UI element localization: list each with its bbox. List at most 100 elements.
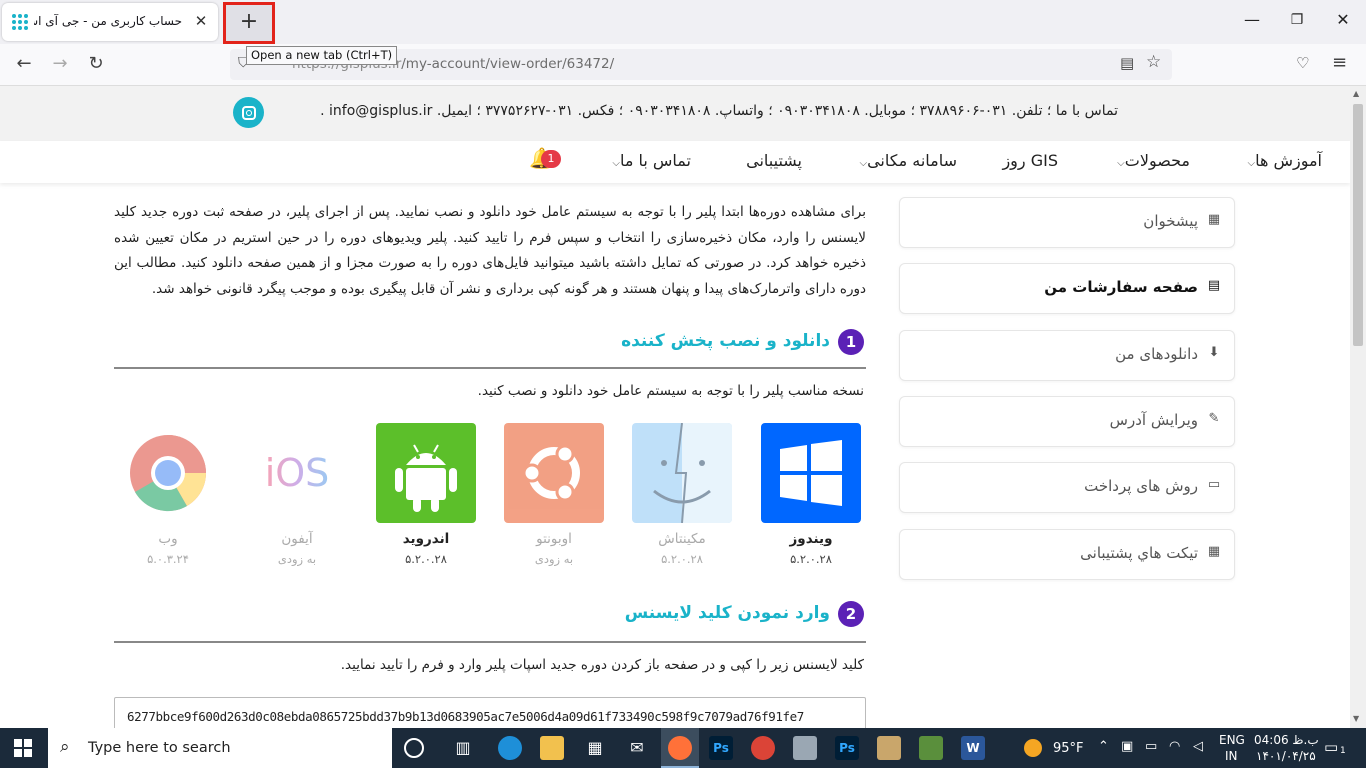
sidebar-item-payment[interactable]: ▭ روش های پرداخت [899, 462, 1235, 513]
platform-name: آیفون [281, 531, 313, 547]
divider [114, 641, 866, 643]
platform-version: ۵.۰.۳.۲۴ [147, 552, 189, 566]
platform-name: اوبونتو [536, 531, 572, 547]
sidebar-item-orders[interactable]: ▤ صفحه سفارشات من [899, 263, 1235, 314]
restore-icon[interactable]: ❐ [1285, 12, 1309, 28]
tray-app-icon[interactable]: ▣ [1121, 739, 1133, 754]
new-tab-tooltip: Open a new tab (Ctrl+T) [246, 46, 398, 65]
tab-close-icon[interactable]: ✕ [192, 12, 210, 30]
nav-tutorials[interactable]: ⌵آموزش ها [1244, 151, 1322, 170]
divider [114, 367, 866, 369]
reload-icon[interactable]: ↻ [84, 53, 108, 74]
license-key[interactable]: 6277bbce9f600d263d0c08ebda0865725bdd37b9… [127, 709, 804, 724]
firefox-icon[interactable] [668, 736, 692, 760]
platform-version: ۵.۲.۰.۲۸ [790, 552, 832, 566]
gis-app-icon[interactable] [793, 736, 817, 760]
photoshop-2-icon[interactable]: Ps [835, 736, 859, 760]
sidebar-item-tickets[interactable]: ▦ تیکت هاي پشتیبانی [899, 529, 1235, 580]
platform-android[interactable]: اندروید ۵.۲.۰.۲۸ [376, 423, 476, 566]
battery-icon[interactable]: ▭ [1145, 739, 1157, 754]
nav-contact[interactable]: ⌵تماس با ما [609, 151, 691, 170]
file-explorer-icon[interactable] [540, 736, 564, 760]
ios-icon: iOS [247, 423, 347, 523]
platform-name: وب [158, 531, 178, 547]
platform-version: ۵.۲.۰.۲۸ [661, 552, 703, 566]
step1-heading: 1 دانلود و نصب پخش کننده [114, 329, 864, 359]
taskbar-search[interactable]: ⌕ Type here to search [48, 728, 392, 768]
chevron-down-icon: ⌵ [612, 158, 620, 169]
notification-badge: 1 [541, 150, 561, 168]
platform-ubuntu[interactable]: اوبونتو به زودی [504, 423, 604, 566]
edge-icon[interactable] [498, 736, 522, 760]
pocket-icon[interactable]: ♡ [1296, 54, 1309, 72]
forward-arrow-icon[interactable]: → [48, 53, 72, 74]
wifi-icon[interactable]: ◠ [1169, 739, 1180, 754]
store-icon[interactable]: ▦ [583, 736, 607, 760]
chart-app-icon[interactable] [919, 736, 943, 760]
word-icon[interactable]: W [961, 736, 985, 760]
notification-count: 1 [1340, 746, 1346, 756]
clock-date[interactable]: ۱۴۰۱/۰۴/۲۵ [1256, 749, 1316, 763]
chevron-down-icon: ⌵ [859, 158, 868, 169]
browser-tab[interactable]: حساب کاربری من - جی آی اس پلاس ✕ [2, 3, 218, 41]
platform-web[interactable]: وب ۵.۰.۳.۲۴ [118, 423, 218, 566]
nav-spatial-system[interactable]: ⌵سامانه مکانی [856, 151, 957, 170]
web-page: تماس با ما ؛ تلفن. ۰۳۱-۳۷۸۸۹۶۰۶ ؛ موبایل… [0, 86, 1350, 728]
step1-title: دانلود و نصب پخش کننده [621, 331, 830, 351]
platform-version: به زودی [277, 552, 317, 566]
nav-support[interactable]: پشتیبانی [746, 151, 802, 170]
platform-mac[interactable]: مکینتاش ۵.۲.۰.۲۸ [632, 423, 732, 566]
nav-products-label: محصولات [1124, 151, 1190, 170]
chrome-icon [118, 423, 218, 523]
clock-time[interactable]: ب.ظ 04:06 [1254, 733, 1319, 747]
platform-windows[interactable]: ویندوز ۵.۲.۰.۲۸ [761, 423, 861, 566]
nav-gis-day[interactable]: روز GIS [1002, 151, 1058, 170]
ios-text: iOS [265, 451, 330, 495]
volume-icon[interactable]: ◁ [1193, 739, 1203, 754]
paint-icon[interactable] [877, 736, 901, 760]
sidebar-label: صفحه سفارشات من [1044, 278, 1198, 296]
step2-heading: 2 وارد نمودن کلید لایسنس [114, 601, 864, 631]
scroll-down-icon[interactable]: ▼ [1353, 714, 1359, 723]
cortana-icon[interactable] [404, 738, 424, 758]
windows-start-icon[interactable] [14, 739, 32, 757]
nav-products[interactable]: ⌵محصولات [1114, 151, 1190, 170]
notification-center-icon[interactable]: ▭ [1324, 738, 1338, 756]
sidebar-label: ویرایش آدرس [1109, 411, 1198, 429]
sidebar-label: روش های پرداخت [1084, 477, 1198, 495]
weather-sun-icon[interactable] [1024, 739, 1042, 757]
task-view-icon[interactable]: ▥ [451, 736, 475, 760]
chrome-taskbar-icon[interactable] [751, 736, 775, 760]
sidebar-item-dashboard[interactable]: ▦ پیشخوان [899, 197, 1235, 248]
hamburger-menu-icon[interactable]: ≡ [1332, 52, 1347, 73]
minimize-icon[interactable]: — [1240, 10, 1264, 29]
edit-icon: ✎ [1208, 411, 1220, 426]
tab-strip: حساب کاربری من - جی آی اس پلاس ✕ + — ❐ ✕ [0, 0, 1366, 44]
money-icon: ▭ [1207, 477, 1221, 492]
platform-version: ۵.۲.۰.۲۸ [405, 552, 447, 566]
language-bottom[interactable]: IN [1225, 749, 1238, 763]
instagram-icon[interactable] [233, 97, 264, 128]
download-icon: ⬇ [1208, 345, 1220, 360]
windows-icon [761, 423, 861, 523]
page-scrollbar[interactable]: ▲ ▼ [1350, 86, 1366, 728]
dashboard-icon: ▦ [1207, 212, 1221, 227]
platform-ios[interactable]: iOS آیفون به زودی [247, 423, 347, 566]
mail-icon[interactable]: ✉ [625, 736, 649, 760]
tray-chevron-icon[interactable]: ⌃ [1098, 739, 1109, 754]
weather-temp[interactable]: 95°F [1053, 741, 1084, 756]
bookmark-star-icon[interactable]: ☆ [1146, 52, 1161, 72]
license-key-field[interactable]: 6277bbce9f600d263d0c08ebda0865725bdd37b9… [114, 697, 866, 728]
contact-bar: تماس با ما ؛ تلفن. ۰۳۱-۳۷۸۸۹۶۰۶ ؛ موبایل… [0, 86, 1350, 141]
photoshop-icon[interactable]: Ps [709, 736, 733, 760]
step1-description: نسخه مناسب پلیر را با توجه به سیستم عامل… [477, 383, 864, 399]
sidebar-item-address[interactable]: ✎ ویرایش آدرس [899, 396, 1235, 447]
language-top[interactable]: ENG [1219, 733, 1245, 747]
reader-view-icon[interactable]: ▤ [1120, 54, 1134, 72]
close-window-icon[interactable]: ✕ [1331, 10, 1355, 29]
scroll-up-icon[interactable]: ▲ [1353, 89, 1359, 98]
back-arrow-icon[interactable]: ← [12, 53, 36, 74]
new-tab-button[interactable]: + [223, 2, 275, 44]
scroll-thumb[interactable] [1353, 104, 1363, 346]
sidebar-item-downloads[interactable]: ⬇ دانلودهای من [899, 330, 1235, 381]
